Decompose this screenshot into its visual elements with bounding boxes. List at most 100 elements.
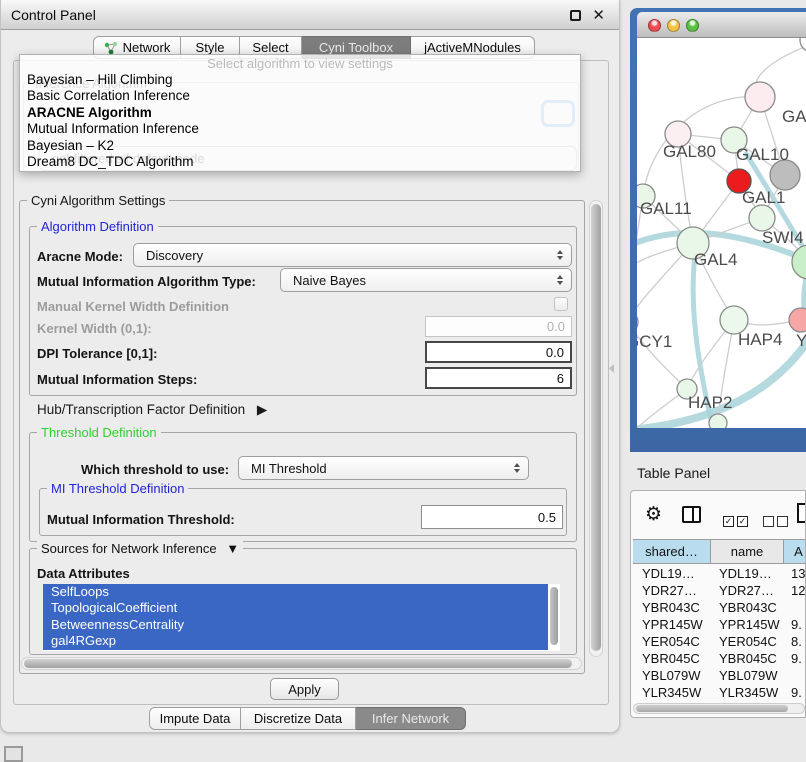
dpi-tolerance-label: DPI Tolerance [0,1]:	[37, 346, 157, 361]
node-unlabeled-top[interactable]	[800, 38, 806, 52]
stepper-arrows-icon	[557, 275, 563, 285]
tab-discretize-data[interactable]: Discretize Data	[241, 707, 356, 730]
vertical-scrollbar-thumb[interactable]	[591, 204, 601, 651]
manual-kernel-checkbox[interactable]	[554, 297, 568, 311]
columns-icon[interactable]	[682, 506, 701, 523]
table-cell: YBL079W	[642, 667, 712, 684]
list-item[interactable]: TopologicalCoefficient	[43, 600, 548, 616]
data-attributes-label: Data Attributes	[37, 566, 130, 581]
dropdown-item[interactable]: Bayesian – K2	[20, 138, 580, 154]
mi-steps-label: Mutual Information Steps:	[37, 372, 197, 387]
apply-button[interactable]: Apply	[270, 678, 339, 700]
tab-label: Cyni Toolbox	[319, 40, 393, 55]
dropdown-item[interactable]: Mutual Information Inference	[20, 121, 580, 137]
control-panel-titlebar: Control Panel ✕	[1, 0, 619, 30]
table-row[interactable]: YDR27…YDR27…12	[634, 582, 806, 599]
gear-icon[interactable]: ⚙	[645, 503, 662, 526]
table-cell: YPR145W	[719, 616, 787, 633]
node-salmon[interactable]	[789, 308, 806, 332]
document-icon[interactable]	[797, 503, 806, 523]
column-header-a[interactable]: A	[784, 539, 806, 564]
node-label: Y	[796, 331, 806, 350]
mi-type-value: Naive Bayes	[293, 273, 366, 288]
node-unlabeled-bottom[interactable]	[709, 414, 727, 428]
hub-definition-toggle[interactable]: Hub/Transcription Factor Definition ▶	[37, 402, 267, 418]
minimize-traffic-light-icon[interactable]	[667, 19, 680, 32]
checkbox-checked-icon[interactable]: ✓	[723, 516, 734, 527]
window-grip[interactable]	[4, 746, 23, 762]
zoom-traffic-light-icon[interactable]	[686, 19, 699, 32]
tab-label: Style	[196, 40, 225, 55]
table-row[interactable]: YDL19…YDL19…13	[634, 565, 806, 582]
data-attributes-list: SelfLoops TopologicalCoefficient Between…	[43, 584, 548, 651]
table-cell: YER054C	[642, 633, 712, 650]
table-row[interactable]: YLR345WYLR345W9.	[634, 684, 806, 701]
collapse-right-icon: ▶	[257, 402, 267, 417]
table-cell	[791, 599, 806, 616]
table-row[interactable]: YER054CYER054C8.	[634, 633, 806, 650]
list-item[interactable]: BetweennessCentrality	[43, 617, 548, 633]
node-label: GCY1	[637, 332, 672, 351]
dropdown-item-selected[interactable]: ARACNE Algorithm	[20, 105, 580, 121]
node-label: GAL1	[742, 188, 785, 207]
panel-title: Control Panel	[11, 7, 96, 23]
tab-label: Impute Data	[160, 711, 231, 726]
aracne-mode-value: Discovery	[146, 248, 203, 263]
sources-title: Sources for Network Inference	[41, 541, 217, 556]
table-row[interactable]: YBR045CYBR045C9.	[634, 650, 806, 667]
table-cell: YPR145W	[642, 616, 712, 633]
network-canvas[interactable]: GAL GAL80 GAL10 GAL1 GAL11 GAL4 SWI4 GCY…	[637, 38, 806, 428]
table-cell: 9.	[791, 616, 806, 633]
list-scrollbar-thumb[interactable]	[550, 587, 558, 645]
column-header-name[interactable]: name	[711, 539, 784, 564]
float-window-icon[interactable]	[570, 10, 581, 21]
sources-toggle[interactable]: Sources for Network Inference ▼	[37, 541, 243, 556]
which-threshold-combo[interactable]: MI Threshold	[238, 456, 529, 480]
dropdown-item[interactable]: Dream8 DC_TDC Algorithm	[20, 154, 580, 170]
mi-threshold-field[interactable]: 0.5	[421, 505, 563, 529]
column-header-shared[interactable]: shared…	[633, 539, 711, 564]
mi-type-combo[interactable]: Naive Bayes	[280, 268, 572, 292]
table-cell: 9.	[791, 650, 806, 667]
tab-infer-network[interactable]: Infer Network	[356, 707, 466, 730]
which-threshold-label: Which threshold to use:	[81, 462, 229, 477]
table-panel-title: Table Panel	[637, 465, 710, 481]
kernel-width-label: Kernel Width (0,1):	[37, 321, 152, 336]
table-row[interactable]: YBL079WYBL079W	[634, 667, 806, 684]
node-label: SWI4	[762, 228, 804, 247]
kernel-width-field[interactable]: 0.0	[425, 316, 572, 337]
checkbox-unchecked-icon[interactable]	[777, 516, 788, 527]
node-swi4[interactable]	[792, 245, 806, 279]
close-icon[interactable]: ✕	[592, 6, 605, 24]
table-row[interactable]: YBR043CYBR043C	[634, 599, 806, 616]
table-row[interactable]: YPR145WYPR145W9.	[634, 616, 806, 633]
checkbox-unchecked-icon[interactable]	[763, 516, 774, 527]
algorithm-dropdown-list: Select algorithm to view settings Bayesi…	[19, 54, 581, 172]
network-tab-icon	[104, 41, 118, 55]
aracne-mode-combo[interactable]: Discovery	[133, 243, 572, 267]
settings-vertical-scrollbar	[589, 200, 603, 657]
table-scrollbar-thumb[interactable]	[636, 705, 788, 712]
horizontal-scrollbar-thumb[interactable]	[24, 659, 572, 668]
checkbox-checked-icon[interactable]: ✓	[737, 516, 748, 527]
close-traffic-light-icon[interactable]	[648, 19, 661, 32]
table-cell: YDL19…	[642, 565, 712, 582]
mi-steps-field[interactable]: 6	[425, 367, 572, 389]
dpi-tolerance-field[interactable]: 0.0	[425, 341, 572, 363]
network-view-window: GAL GAL80 GAL10 GAL1 GAL11 GAL4 SWI4 GCY…	[630, 8, 806, 452]
stepper-arrows-icon	[557, 250, 563, 260]
which-threshold-value: MI Threshold	[251, 461, 327, 476]
mi-type-label: Mutual Information Algorithm Type:	[37, 274, 256, 289]
manual-kernel-label: Manual Kernel Width Definition	[37, 299, 229, 314]
node-gal7[interactable]	[745, 82, 775, 112]
list-item[interactable]: gal4RGexp	[43, 633, 548, 649]
cyni-algorithm-settings-title: Cyni Algorithm Settings	[27, 193, 169, 208]
network-window-titlebar	[637, 12, 806, 38]
node-gcy1[interactable]	[637, 311, 638, 333]
dropdown-item[interactable]: Basic Correlation Inference	[20, 88, 580, 104]
dropdown-item[interactable]: Bayesian – Hill Climbing	[20, 72, 580, 88]
tab-impute-data[interactable]: Impute Data	[149, 707, 241, 730]
list-item[interactable]: SelfLoops	[43, 584, 548, 600]
node-gray[interactable]	[770, 160, 800, 190]
threshold-definition-title: Threshold Definition	[37, 425, 161, 440]
